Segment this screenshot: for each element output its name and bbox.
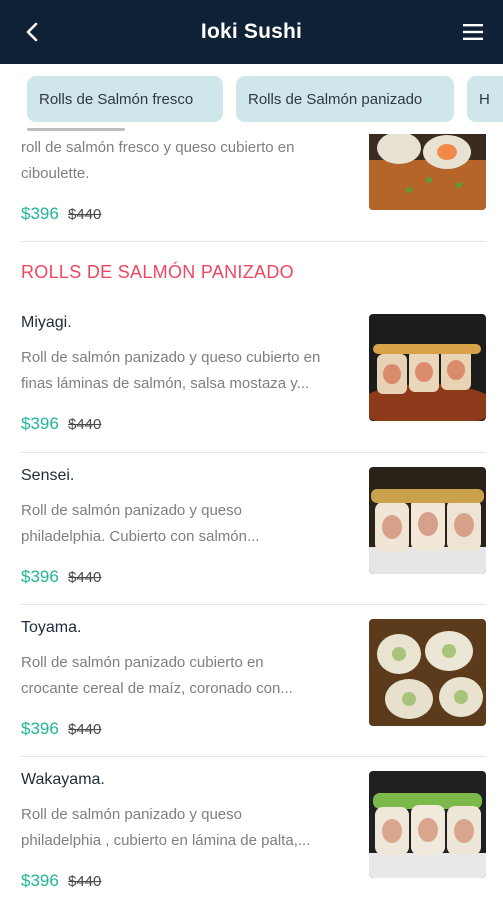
list-item[interactable]: Wakayama. Roll de salmón panizado y ques… bbox=[21, 771, 486, 900]
category-tabs: Rolls de Salmón fresco Rolls de Salmón p… bbox=[0, 64, 503, 134]
item-price: $396 bbox=[21, 204, 59, 223]
item-old-price: $440 bbox=[68, 416, 102, 433]
item-description: Roll de salmón panizado cubierto en croc… bbox=[21, 654, 293, 697]
item-price: $396 bbox=[21, 871, 59, 890]
tab-rolls-salmon-panizado[interactable]: Rolls de Salmón panizado bbox=[236, 76, 454, 122]
item-image bbox=[369, 619, 486, 726]
item-image bbox=[369, 467, 486, 574]
menu-list: roll de salmón fresco y queso cubierto e… bbox=[0, 134, 503, 900]
tab-next-category[interactable]: H bbox=[467, 76, 503, 122]
item-old-price: $440 bbox=[68, 569, 102, 586]
hamburger-menu-icon bbox=[463, 24, 483, 40]
list-item[interactable]: Toyama. Roll de salmón panizado cubierto… bbox=[21, 619, 486, 749]
tab-rolls-salmon-fresco[interactable]: Rolls de Salmón fresco bbox=[27, 76, 223, 122]
divider bbox=[21, 604, 486, 605]
divider bbox=[21, 756, 486, 757]
item-name: Miyagi. bbox=[21, 314, 72, 331]
tabs-scroll-indicator[interactable] bbox=[27, 128, 125, 131]
divider bbox=[21, 452, 486, 453]
back-button[interactable] bbox=[14, 14, 50, 50]
menu-button[interactable] bbox=[455, 14, 491, 50]
item-description: Roll de salmón panizado y queso cubierto… bbox=[21, 349, 321, 392]
item-old-price: $440 bbox=[68, 206, 102, 223]
app-header: Ioki Sushi bbox=[0, 0, 503, 64]
item-image bbox=[369, 134, 486, 210]
section-title: ROLLS DE SALMÓN PANIZADO bbox=[21, 262, 294, 282]
item-price: $396 bbox=[21, 414, 59, 433]
item-image bbox=[369, 771, 486, 878]
item-description: roll de salmón fresco y queso cubierto e… bbox=[21, 139, 295, 182]
list-item[interactable]: Sensei. Roll de salmón panizado y queso … bbox=[21, 467, 486, 597]
item-image bbox=[369, 314, 486, 421]
item-description: Roll de salmón panizado y queso philadel… bbox=[21, 502, 260, 545]
item-description: Roll de salmón panizado y queso philadel… bbox=[21, 806, 311, 849]
divider bbox=[21, 241, 486, 242]
list-item[interactable]: Miyagi. Roll de salmón panizado y queso … bbox=[21, 314, 486, 444]
item-name: Toyama. bbox=[21, 619, 82, 636]
item-price: $396 bbox=[21, 567, 59, 586]
chevron-left-icon bbox=[26, 22, 38, 42]
tab-label: H bbox=[479, 90, 490, 108]
item-name: Sensei. bbox=[21, 467, 75, 484]
tab-label: Rolls de Salmón panizado bbox=[248, 90, 423, 108]
page-title: Ioki Sushi bbox=[200, 20, 303, 43]
item-old-price: $440 bbox=[68, 873, 102, 890]
tab-label: Rolls de Salmón fresco bbox=[39, 90, 194, 108]
item-old-price: $440 bbox=[68, 721, 102, 738]
list-item[interactable]: roll de salmón fresco y queso cubierto e… bbox=[21, 134, 486, 234]
item-name: Wakayama. bbox=[21, 771, 105, 788]
item-price: $396 bbox=[21, 719, 59, 738]
